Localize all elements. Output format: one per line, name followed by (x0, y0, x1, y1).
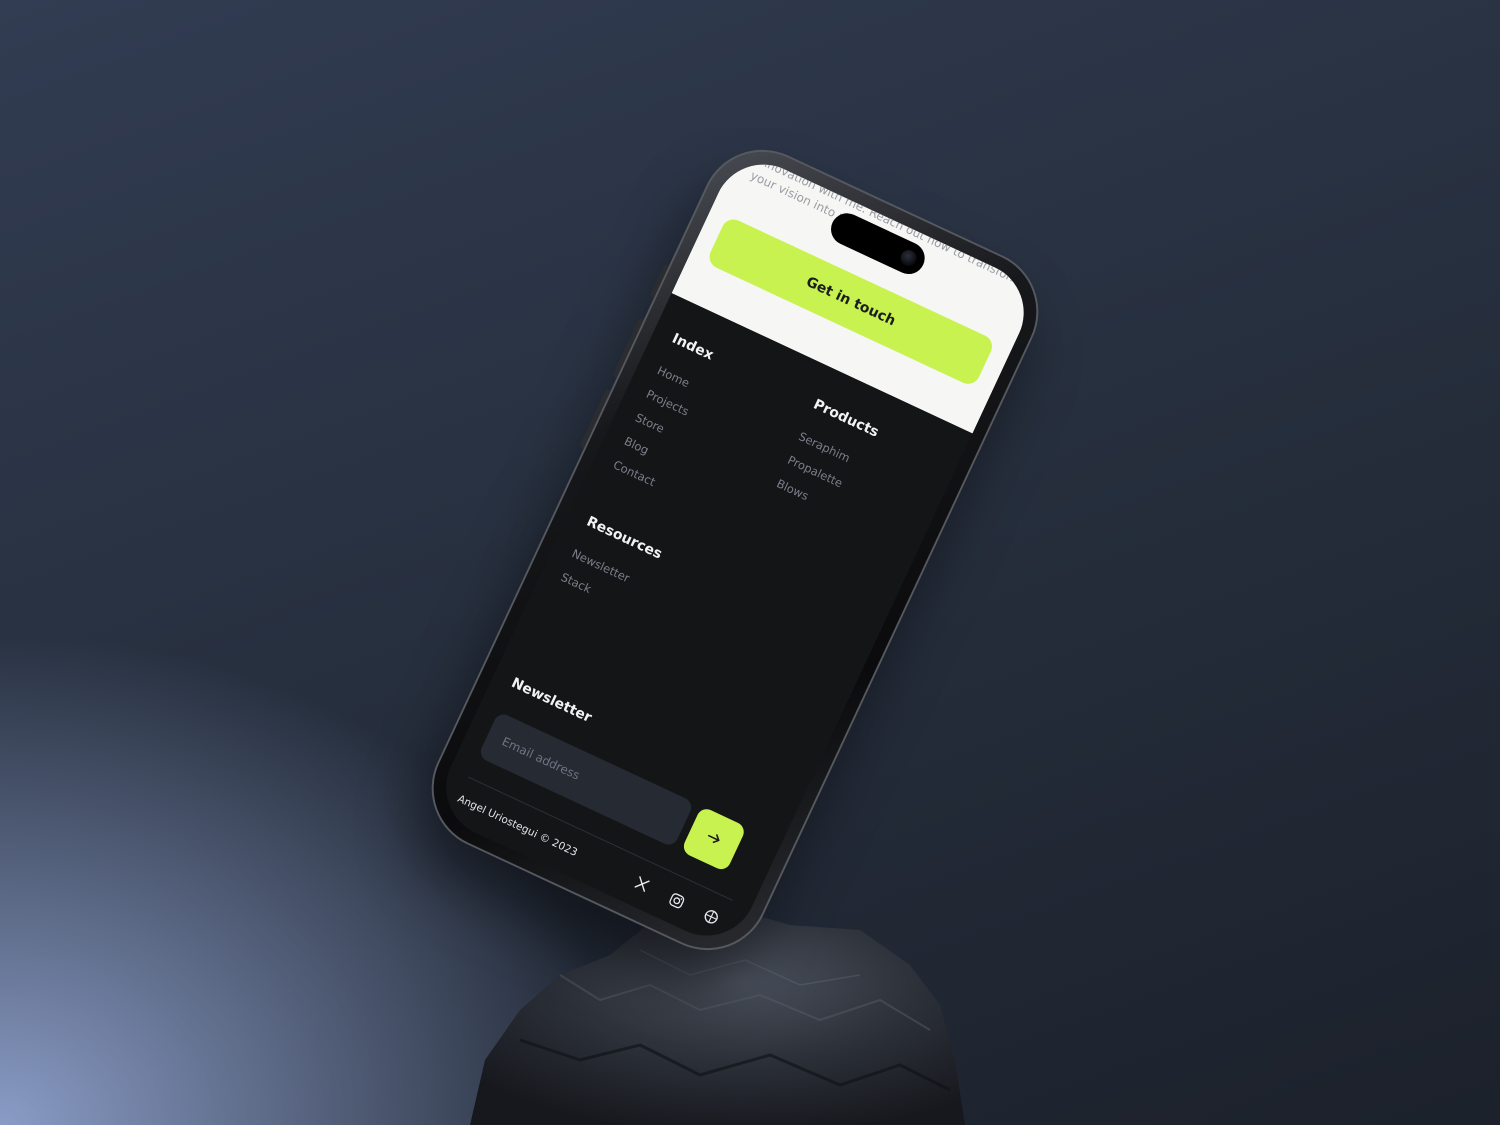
x-icon (634, 876, 650, 892)
social-links (628, 869, 726, 930)
products-links: Seraphim Propalette Blows (772, 424, 858, 520)
index-title: Index (669, 330, 716, 364)
resources-links: Newsletter Stack (556, 541, 634, 614)
newsletter-title: Newsletter (508, 674, 595, 727)
instagram-icon (669, 892, 685, 908)
products-link-blows-label[interactable]: Blows (774, 476, 810, 503)
arrow-right-icon (708, 833, 720, 843)
camera-lens (898, 247, 920, 269)
instagram-link[interactable] (662, 885, 691, 914)
newsletter-submit-button[interactable] (680, 805, 748, 873)
dribbble-link[interactable] (696, 902, 725, 931)
resources-link-stack-label[interactable]: Stack (559, 570, 594, 596)
index-link-blog-label[interactable]: Blog (622, 434, 651, 457)
x-link[interactable] (628, 869, 657, 898)
dribbble-icon (704, 909, 718, 923)
index-links: Home Projects Store Blog Contact (609, 358, 705, 495)
